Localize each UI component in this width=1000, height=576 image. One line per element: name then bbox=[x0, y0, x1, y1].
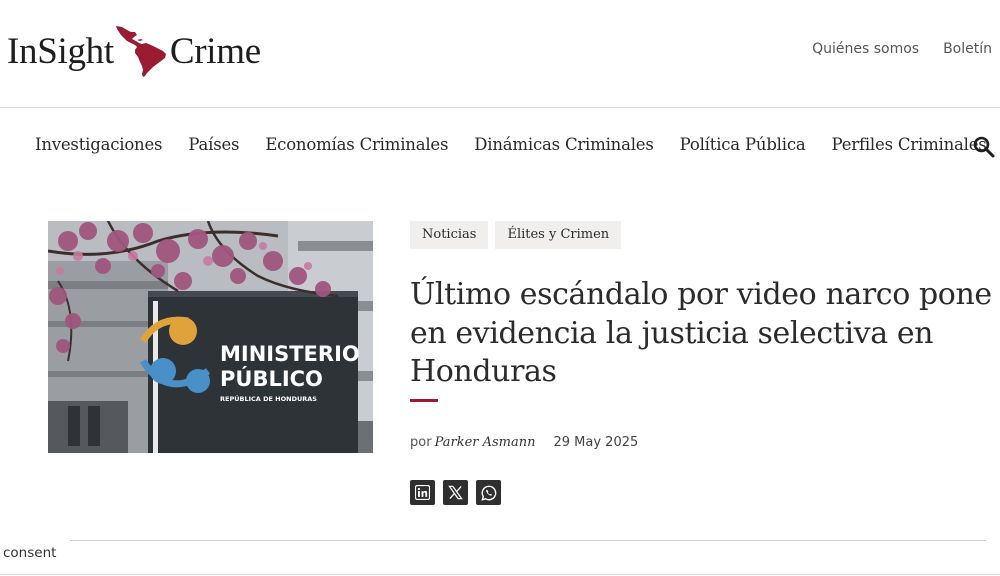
logo-text-insight: InSight bbox=[7, 30, 114, 72]
nav-item-perfiles-criminales[interactable]: Perfiles Criminales bbox=[832, 135, 987, 154]
sign-text-publico: PÚBLICO bbox=[220, 366, 323, 391]
x-icon bbox=[448, 485, 463, 500]
share-linkedin-button[interactable] bbox=[410, 480, 435, 505]
article-headline[interactable]: Último escándalo por video narco pone en… bbox=[410, 276, 995, 392]
site-header: InSight Crime Quiénes somos Boletín bbox=[0, 0, 1000, 108]
headline-accent-divider bbox=[410, 399, 438, 402]
consent-divider bbox=[70, 540, 986, 541]
page-bottom-divider bbox=[0, 574, 1000, 575]
link-boletin[interactable]: Boletín bbox=[943, 41, 992, 57]
utility-nav: Quiénes somos Boletín bbox=[812, 41, 992, 57]
site-logo[interactable]: InSight Crime bbox=[7, 24, 261, 78]
ministerio-publico-photo: MINISTERIO PÚBLICO REPÚBLICA DE HONDURAS bbox=[48, 221, 373, 453]
publish-date: 29 May 2025 bbox=[553, 435, 639, 450]
author-link[interactable]: Parker Asmann bbox=[435, 435, 536, 450]
search-button[interactable] bbox=[972, 135, 996, 159]
nav-item-politica-publica[interactable]: Política Pública bbox=[680, 135, 806, 154]
sign-text-republica: REPÚBLICA DE HONDURAS bbox=[220, 394, 317, 403]
nav-item-investigaciones[interactable]: Investigaciones bbox=[35, 135, 163, 154]
article-tags: Noticias Élites y Crimen bbox=[410, 221, 622, 249]
search-icon bbox=[973, 136, 995, 158]
nav-item-dinamicas-criminales[interactable]: Dinámicas Criminales bbox=[474, 135, 654, 154]
article-hero-image[interactable]: MINISTERIO PÚBLICO REPÚBLICA DE HONDURAS bbox=[48, 221, 373, 453]
tag-noticias[interactable]: Noticias bbox=[410, 221, 489, 249]
consent-toggle[interactable]: consent bbox=[3, 545, 56, 561]
share-buttons bbox=[410, 480, 501, 505]
tag-elites-y-crimen[interactable]: Élites y Crimen bbox=[495, 221, 622, 249]
linkedin-icon bbox=[415, 485, 430, 500]
link-quienes-somos[interactable]: Quiénes somos bbox=[812, 41, 919, 57]
share-x-button[interactable] bbox=[443, 480, 468, 505]
nav-item-economias-criminales[interactable]: Economías Criminales bbox=[265, 135, 448, 154]
logo-text-crime: Crime bbox=[169, 30, 261, 72]
nav-item-paises[interactable]: Países bbox=[188, 135, 239, 154]
byline-prefix: por bbox=[410, 435, 432, 450]
sign-text-ministerio: MINISTERIO bbox=[220, 342, 360, 366]
whatsapp-icon bbox=[480, 485, 496, 501]
latin-america-map-icon bbox=[115, 26, 166, 77]
share-whatsapp-button[interactable] bbox=[476, 480, 501, 505]
main-nav: Investigaciones Países Economías Crimina… bbox=[0, 108, 1000, 184]
article-byline: por Parker Asmann 29 May 2025 bbox=[410, 435, 638, 450]
